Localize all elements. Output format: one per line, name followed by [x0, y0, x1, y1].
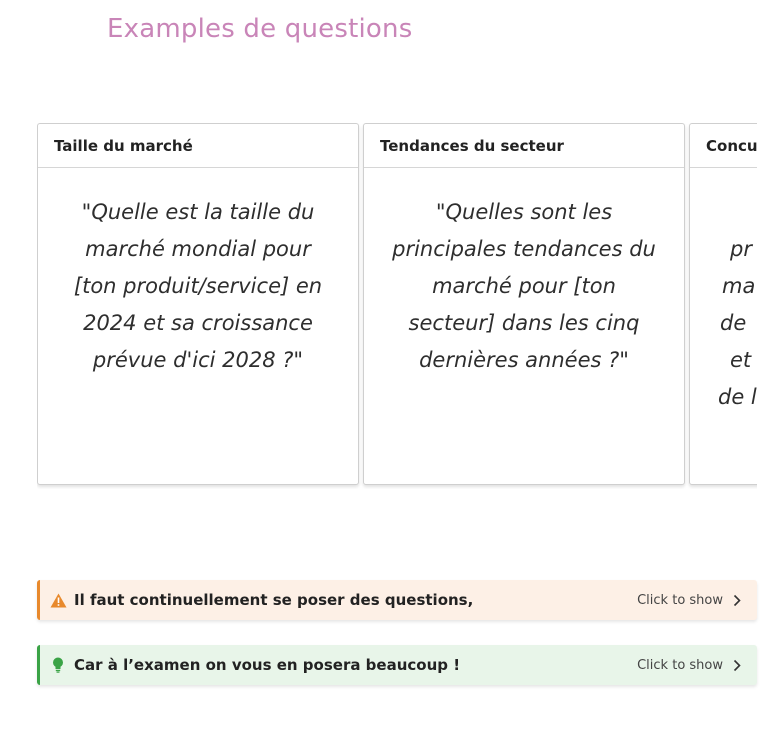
warning-triangle-icon	[49, 591, 67, 609]
warning-callout-text: Il faut continuellement se poser des que…	[74, 591, 474, 609]
card-body-line: et	[730, 348, 752, 372]
click-to-show-toggle[interactable]: Click to show	[637, 658, 743, 673]
card-body-line: pr	[730, 237, 752, 261]
card-body: "Quelle est la taille du marché mondial …	[73, 200, 323, 372]
cards-track: Taille du marché "Quelle est la taille d…	[37, 123, 757, 485]
lightbulb-icon	[49, 656, 67, 674]
card-body-line: ma	[722, 274, 756, 298]
chevron-right-icon	[733, 593, 743, 607]
page: Examples de questions Taille du marché "…	[0, 0, 783, 740]
question-card-sector-trends: Tendances du secteur "Quelles sont les p…	[363, 123, 685, 485]
tip-callout[interactable]: Car à l’examen on vous en posera beaucou…	[37, 645, 757, 685]
card-body: "Quelles sont les principales tendances …	[392, 200, 656, 372]
question-card-competition: Concu pr ma de et de l	[689, 123, 757, 485]
card-header: Tendances du secteur	[364, 124, 684, 168]
click-to-show-toggle[interactable]: Click to show	[637, 593, 743, 608]
toggle-label: Click to show	[637, 592, 723, 608]
card-body-line: de	[720, 311, 747, 335]
card-header: Concu	[690, 124, 757, 168]
question-card-market-size: Taille du marché "Quelle est la taille d…	[37, 123, 359, 485]
cards-carousel[interactable]: Taille du marché "Quelle est la taille d…	[37, 123, 757, 489]
chevron-right-icon	[733, 658, 743, 672]
page-title: Examples de questions	[107, 14, 413, 44]
warning-callout[interactable]: Il faut continuellement se poser des que…	[37, 580, 757, 620]
tip-callout-text: Car à l’examen on vous en posera beaucou…	[74, 656, 461, 674]
toggle-label: Click to show	[637, 657, 723, 673]
card-body: pr ma de et de l	[690, 168, 757, 416]
card-body-line: de l	[718, 385, 757, 409]
card-body-line	[710, 194, 757, 231]
card-header: Taille du marché	[38, 124, 358, 168]
